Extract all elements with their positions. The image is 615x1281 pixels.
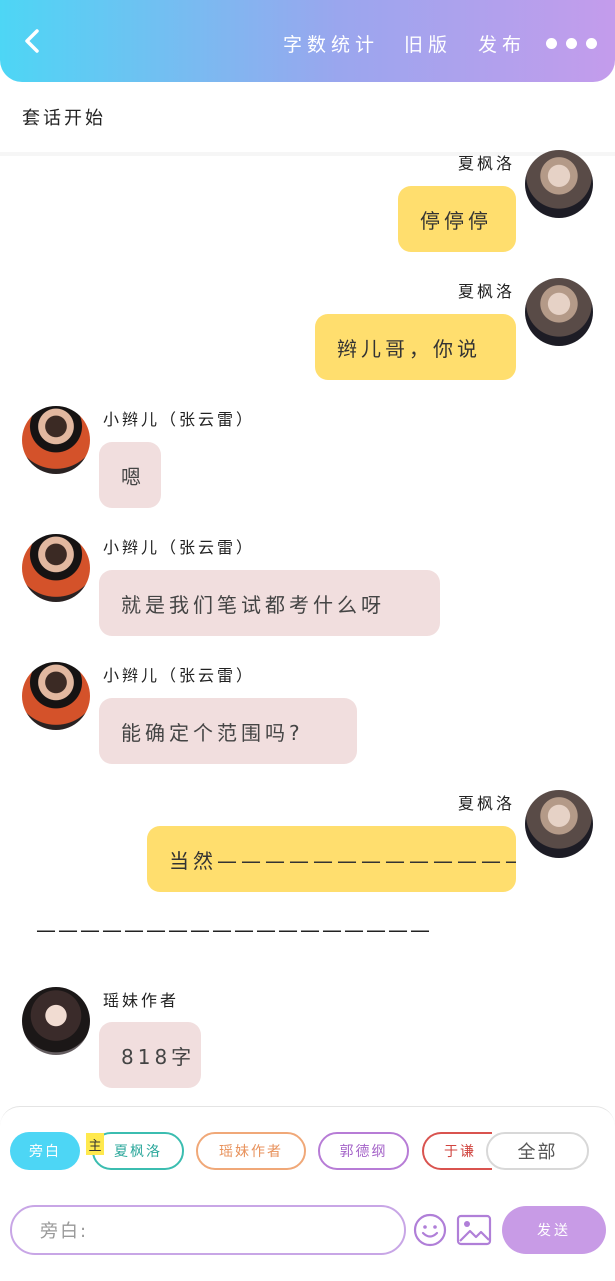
avatar[interactable] bbox=[22, 406, 90, 474]
avatar[interactable] bbox=[525, 278, 593, 346]
image-icon[interactable] bbox=[456, 1214, 492, 1246]
sender-name: 小辫儿（张云雷） bbox=[103, 538, 256, 557]
send-button[interactable]: 发送 bbox=[502, 1206, 606, 1254]
message-input[interactable]: 旁白: bbox=[10, 1205, 406, 1255]
more-dots-icon[interactable] bbox=[546, 38, 597, 49]
sender-name: 小辫儿（张云雷） bbox=[103, 666, 256, 685]
sender-name: 小辫儿（张云雷） bbox=[103, 410, 256, 429]
message-bubble[interactable]: 就是我们笔试都考什么呀 bbox=[99, 570, 440, 636]
message-bubble[interactable]: 818字 bbox=[99, 1022, 201, 1088]
avatar[interactable] bbox=[22, 534, 90, 602]
sender-name: 夏枫洛 bbox=[457, 154, 515, 173]
role-chip-author[interactable]: 瑶妹作者 bbox=[196, 1132, 306, 1170]
avatar[interactable] bbox=[525, 150, 593, 218]
avatar[interactable] bbox=[22, 662, 90, 730]
chevron-left-icon[interactable] bbox=[20, 28, 46, 54]
emoji-icon[interactable] bbox=[413, 1213, 447, 1247]
role-chip-guodegang[interactable]: 郭德纲 bbox=[318, 1132, 409, 1170]
word-count-button[interactable]: 字数统计 bbox=[283, 30, 379, 57]
publish-button[interactable]: 发布 bbox=[478, 30, 526, 57]
narration-text: —————————————————— bbox=[36, 918, 432, 942]
message-bubble[interactable]: 能确定个范围吗? bbox=[99, 698, 357, 764]
message-bubble[interactable]: 辫儿哥，你说 bbox=[315, 314, 516, 380]
divider bbox=[0, 152, 615, 156]
top-bar: 字数统计 旧版 发布 bbox=[0, 0, 615, 82]
message-bubble[interactable]: 嗯 bbox=[99, 442, 161, 508]
main-character-badge: 主 bbox=[86, 1133, 104, 1155]
avatar[interactable] bbox=[22, 987, 90, 1055]
role-chip-yuqian[interactable]: 于谦 bbox=[422, 1132, 492, 1170]
sender-name: 夏枫洛 bbox=[457, 794, 515, 813]
old-version-button[interactable]: 旧版 bbox=[404, 30, 452, 57]
message-bubble[interactable]: 停停停 bbox=[398, 186, 516, 252]
chapter-title: 套话开始 bbox=[22, 108, 106, 129]
role-chip-all[interactable]: 全部 bbox=[486, 1132, 589, 1170]
role-chip-xiafengluo[interactable]: 夏枫洛 bbox=[92, 1132, 184, 1170]
role-chip-narrator[interactable]: 旁白 bbox=[10, 1132, 80, 1170]
message-bubble[interactable]: 当然—————————————— bbox=[147, 826, 516, 892]
sender-name: 夏枫洛 bbox=[457, 282, 515, 301]
avatar[interactable] bbox=[525, 790, 593, 858]
sender-name: 瑶妹作者 bbox=[103, 991, 180, 1010]
